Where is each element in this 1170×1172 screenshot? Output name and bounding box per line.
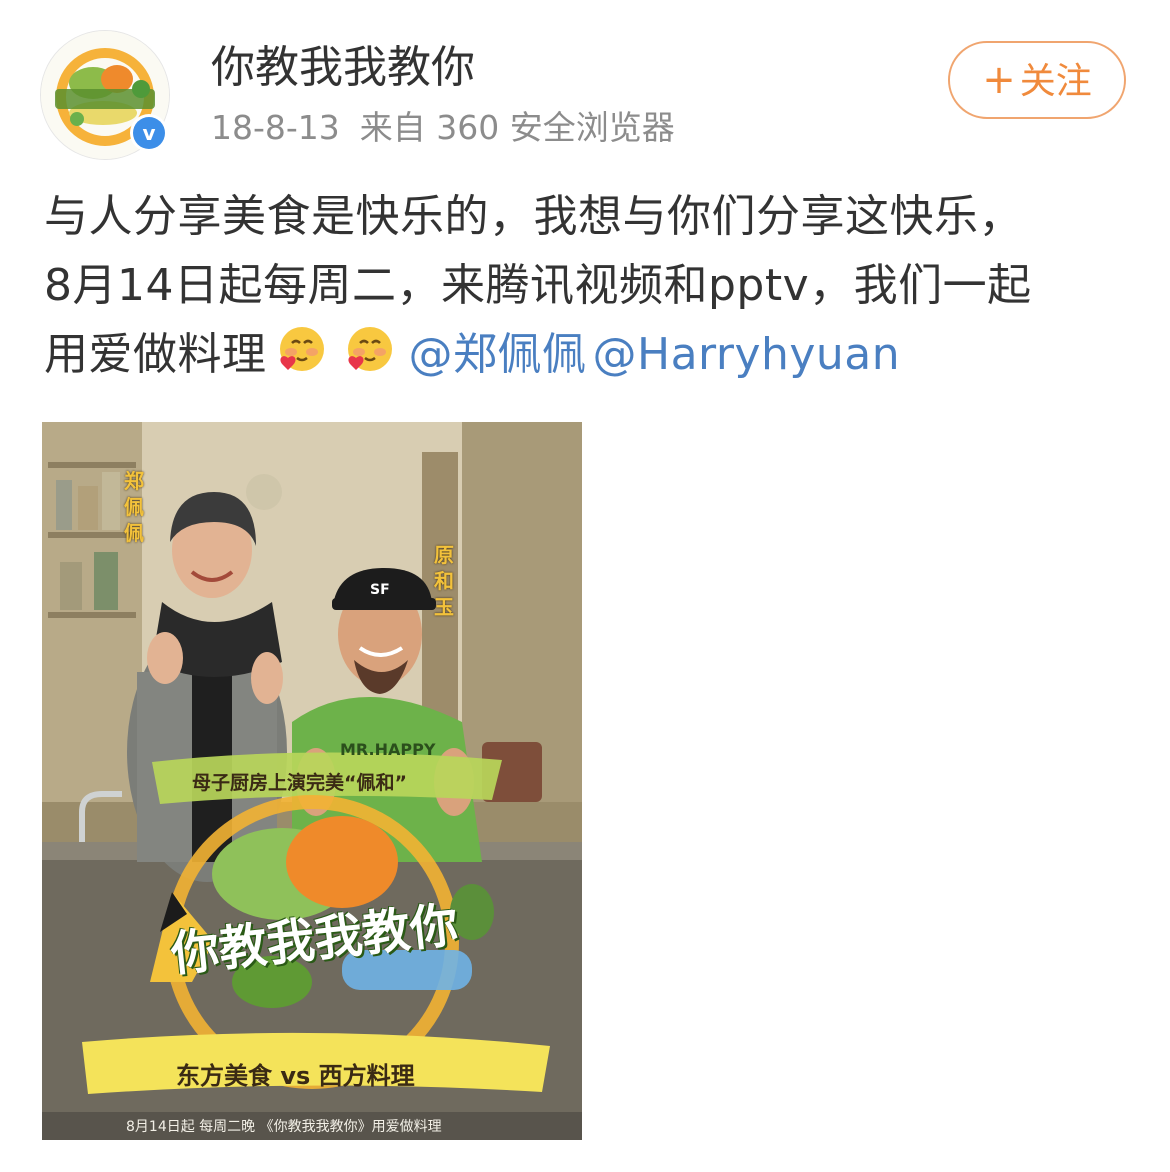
mention-link[interactable]: @Harryhyuan: [593, 329, 901, 380]
post-text: 与人分享美食是快乐的，我想与你们分享这快乐， 8月14日起每周二，来腾讯视频和p…: [44, 182, 1134, 389]
post-source: 来自 360 安全浏览器: [359, 108, 675, 147]
post-text-line-3-text: 用爱做料理: [44, 329, 267, 380]
blush-heart-emoji-icon: [279, 327, 324, 371]
poster-banner-bottom: 东方美食 vs 西方料理: [176, 1062, 415, 1090]
poster-footer: 8月14日起 每周二晚 《你教我我教你》用爱做料理: [126, 1119, 442, 1135]
verified-check-icon: v: [133, 117, 165, 149]
post-text-line-2: 8月14日起每周二，来腾讯视频和pptv，我们一起: [44, 260, 1032, 311]
post-meta: 18-8-13 来自 360 安全浏览器: [211, 106, 675, 150]
post-date: 18-8-13: [211, 108, 340, 147]
post-text-line-1: 与人分享美食是快乐的，我想与你们分享这快乐，: [44, 191, 1023, 242]
poster-name-left: 郑佩佩: [124, 469, 144, 545]
account-name[interactable]: 你教我我教你: [211, 40, 475, 96]
poster-cap-text: SF: [370, 582, 390, 598]
poster-name-right: 原和玉: [434, 543, 454, 619]
follow-label: 关注: [1019, 61, 1092, 102]
post-header: v 你教我我教你 18-8-13 来自 360 安全浏览器 + 关注: [0, 0, 1170, 170]
post-text-line-3: 用爱做料理 @郑佩佩 @Harryhyuan: [44, 320, 1134, 389]
verified-badge: v: [130, 114, 168, 152]
plus-icon: +: [982, 57, 1016, 103]
follow-button[interactable]: + 关注: [948, 41, 1126, 119]
post-image[interactable]: 郑佩佩 原和玉 SF MR.HAPPY 母子厨房上演完美“佩和” 你教我我教你 …: [42, 422, 582, 1140]
mention-link[interactable]: @郑佩佩: [409, 329, 587, 380]
blush-heart-emoji-icon: [347, 327, 392, 371]
poster-shirt-text: MR.HAPPY: [340, 740, 436, 759]
poster-banner-top: 母子厨房上演完美“佩和”: [192, 772, 407, 794]
